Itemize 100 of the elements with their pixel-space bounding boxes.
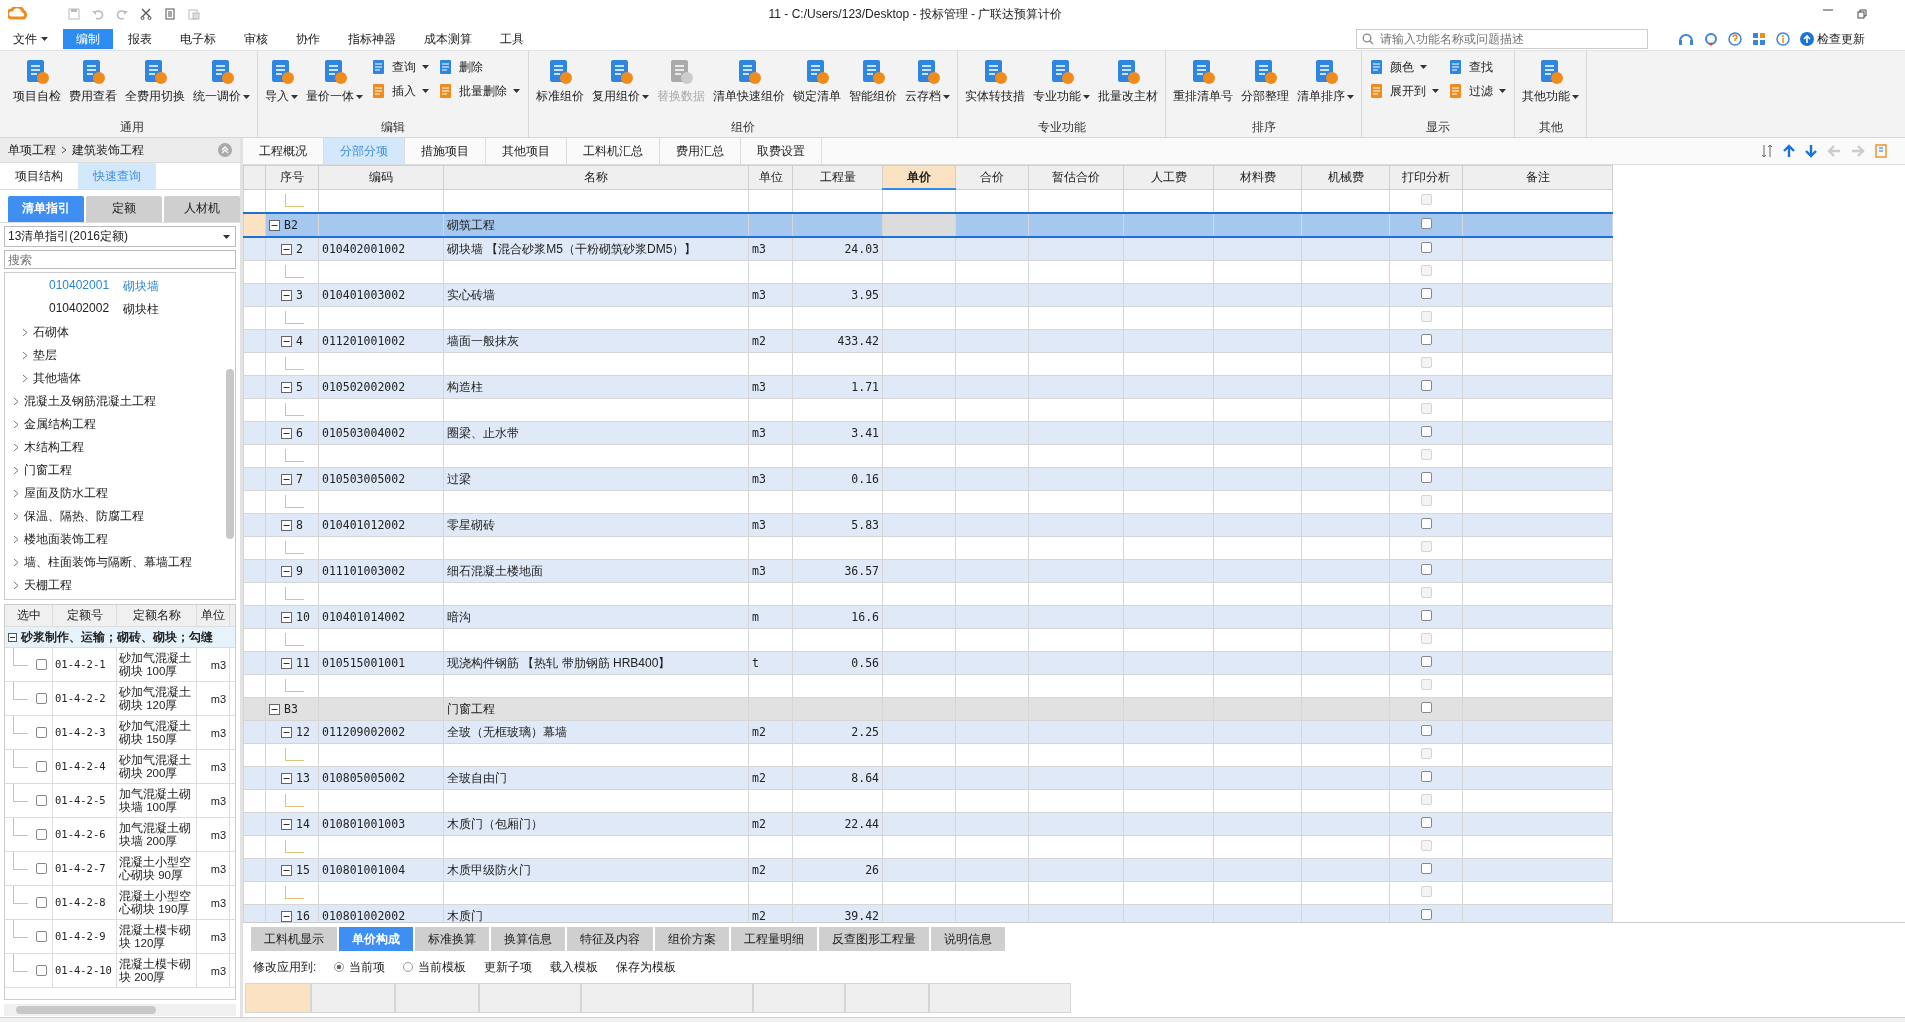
checkbox[interactable] bbox=[1420, 288, 1432, 299]
ribbon-button[interactable]: 颜色 bbox=[1370, 57, 1439, 77]
tab[interactable]: 工料机汇总 bbox=[567, 138, 660, 164]
ribbon-button[interactable]: 项目自检 bbox=[10, 57, 64, 107]
tab[interactable]: 其他项目 bbox=[486, 138, 567, 164]
action-button[interactable]: 保存为模板 bbox=[616, 958, 677, 976]
checkbox[interactable] bbox=[1420, 725, 1432, 736]
ribbon-button[interactable]: 其他功能 bbox=[1519, 57, 1582, 107]
ribbon-button[interactable]: 展开到 bbox=[1370, 81, 1439, 101]
tree-item[interactable]: 010402001 砌块墙 bbox=[31, 278, 160, 295]
scrollbar[interactable] bbox=[4, 1004, 236, 1016]
menu-tab[interactable]: 电子标 bbox=[167, 29, 229, 49]
group-row[interactable]: 砂浆制作、运输；砌砖、砌块；勾缝 bbox=[5, 627, 235, 648]
checkbox[interactable] bbox=[1420, 656, 1432, 667]
tab[interactable]: 说明信息 bbox=[931, 927, 1005, 951]
option-label[interactable]: 当前模板 bbox=[418, 958, 467, 976]
checkbox[interactable] bbox=[1420, 610, 1432, 621]
menu-tab[interactable]: 文件 bbox=[0, 29, 61, 49]
tree-item[interactable]: 屋面及防水工程 bbox=[24, 485, 108, 502]
ribbon-button[interactable]: 插入 bbox=[372, 81, 429, 101]
checkbox[interactable] bbox=[36, 659, 47, 670]
column-header[interactable]: 名称 bbox=[443, 165, 749, 189]
radio-button[interactable] bbox=[403, 962, 414, 972]
checkbox[interactable] bbox=[1420, 909, 1432, 920]
tab[interactable]: 换算信息 bbox=[491, 927, 565, 951]
ribbon-button[interactable]: 费用查看 bbox=[66, 57, 120, 107]
checkbox[interactable] bbox=[1420, 817, 1432, 828]
checkbox[interactable] bbox=[1420, 380, 1432, 391]
radio-button[interactable] bbox=[334, 962, 345, 972]
search-box[interactable]: 请输入功能名称或问题描述 bbox=[1356, 29, 1648, 49]
tree-item[interactable]: 混凝土及钢筋混凝土工程 bbox=[24, 393, 156, 410]
tree-item[interactable]: 楼地面装饰工程 bbox=[24, 531, 108, 548]
ribbon-button[interactable]: 标准组价 bbox=[533, 57, 587, 107]
ribbon-button[interactable]: 查找 bbox=[1449, 57, 1506, 77]
column-header[interactable]: 打印分析 bbox=[1389, 165, 1463, 189]
column-header[interactable]: 材料费 bbox=[1213, 165, 1302, 189]
menu-tab[interactable]: 报表 bbox=[115, 29, 165, 49]
collapse-toggle[interactable] bbox=[8, 632, 17, 642]
tab[interactable]: 工程量明细 bbox=[731, 927, 817, 951]
tree-item[interactable]: 金属结构工程 bbox=[24, 416, 96, 433]
checkbox[interactable] bbox=[1420, 334, 1432, 345]
checkbox[interactable] bbox=[1420, 518, 1432, 529]
section-row[interactable]: B3 门窗工程 bbox=[243, 697, 1613, 721]
tab[interactable]: 特征及内容 bbox=[567, 927, 653, 951]
column-header[interactable]: 序号 bbox=[265, 165, 319, 189]
panel-tab[interactable]: 项目结构 bbox=[0, 163, 78, 189]
tree-item[interactable]: 保温、隔热、防腐工程 bbox=[24, 508, 144, 525]
checkbox[interactable] bbox=[36, 795, 47, 806]
tree-item[interactable]: 墙、柱面装饰与隔断、幕墙工程 bbox=[24, 554, 192, 571]
tab[interactable]: 组价方案 bbox=[655, 927, 729, 951]
breadcrumb-item[interactable]: 建筑装饰工程 bbox=[72, 141, 144, 159]
column-header[interactable]: 备注 bbox=[1462, 165, 1613, 189]
checkbox[interactable] bbox=[36, 727, 47, 738]
checkbox[interactable] bbox=[1420, 702, 1432, 713]
menu-tab[interactable]: 协作 bbox=[283, 29, 333, 49]
action-button[interactable]: 更新子项 bbox=[484, 958, 533, 976]
checkbox[interactable] bbox=[1420, 426, 1432, 437]
tree-item[interactable]: 石砌体 bbox=[33, 324, 69, 341]
checkbox[interactable] bbox=[36, 829, 47, 840]
tree-item[interactable]: 天棚工程 bbox=[24, 577, 72, 594]
tree-item[interactable]: 木结构工程 bbox=[24, 439, 84, 456]
ribbon-button[interactable]: 删除 bbox=[439, 57, 520, 77]
checkbox[interactable] bbox=[36, 863, 47, 874]
menu-tab[interactable]: 指标神器 bbox=[335, 29, 409, 49]
checkbox[interactable] bbox=[36, 693, 47, 704]
column-header[interactable]: 单位 bbox=[748, 165, 793, 189]
menu-tab[interactable]: 工具 bbox=[487, 29, 537, 49]
ribbon-button[interactable]: 智能组价 bbox=[846, 57, 900, 107]
option-label[interactable]: 当前项 bbox=[349, 958, 386, 976]
tree-item[interactable]: 其他墙体 bbox=[33, 370, 81, 387]
ribbon-button[interactable]: 实体转技措 bbox=[962, 57, 1028, 107]
ribbon-button[interactable]: 专业功能 bbox=[1030, 57, 1093, 107]
ribbon-button[interactable]: 清单快速组价 bbox=[710, 57, 788, 107]
menu-tab[interactable]: 审核 bbox=[231, 29, 281, 49]
checkbox[interactable] bbox=[1420, 863, 1432, 874]
checkbox[interactable] bbox=[36, 965, 47, 976]
checkbox[interactable] bbox=[1420, 242, 1432, 253]
ribbon-button[interactable]: 全费用切换 bbox=[122, 57, 188, 107]
scroll-thumb[interactable] bbox=[226, 369, 234, 539]
library-tab[interactable]: 人材机 bbox=[164, 196, 240, 222]
checkbox[interactable] bbox=[1420, 771, 1432, 782]
tab[interactable]: 取费设置 bbox=[741, 138, 822, 164]
tree-item[interactable]: 垫层 bbox=[33, 347, 57, 364]
tree-item[interactable]: 010402002 砌块柱 bbox=[31, 301, 160, 318]
column-header[interactable]: 编码 bbox=[318, 165, 444, 189]
library-tab[interactable]: 定额 bbox=[86, 196, 162, 222]
ribbon-button[interactable]: 统一调价 bbox=[190, 57, 253, 107]
menu-tab[interactable]: 成本测算 bbox=[411, 29, 485, 49]
column-header[interactable]: 工程量 bbox=[792, 165, 883, 189]
ribbon-button[interactable]: 查询 bbox=[372, 57, 429, 77]
search-field[interactable]: 搜索 bbox=[4, 250, 236, 269]
column-header[interactable]: 人工费 bbox=[1123, 165, 1214, 189]
column-header[interactable]: 合价 bbox=[955, 165, 1029, 189]
ribbon-button[interactable]: 复用组价 bbox=[589, 57, 652, 107]
ribbon-button[interactable]: 批量删除 bbox=[439, 81, 520, 101]
section-row[interactable]: B2 砌筑工程 bbox=[243, 213, 1613, 237]
checkbox[interactable] bbox=[36, 897, 47, 908]
update-button[interactable]: 检查更新 bbox=[1800, 30, 1865, 48]
checkbox[interactable] bbox=[36, 761, 47, 772]
library-dropdown[interactable]: 13清单指引(2016定额) bbox=[4, 226, 236, 247]
